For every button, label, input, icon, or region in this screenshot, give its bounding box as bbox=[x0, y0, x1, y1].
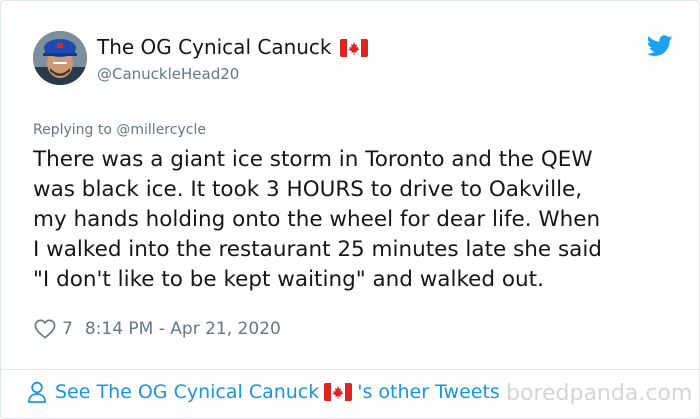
tweet-card: The OG Cynical Canuck @CanuckleHead20 Re… bbox=[0, 0, 700, 419]
see-other-tweets-link[interactable]: See The OG Cynical Canuck 's other Tweet… bbox=[27, 381, 500, 403]
like-count: 7 bbox=[62, 319, 73, 339]
replying-to-line: Replying to @millercycle bbox=[33, 122, 206, 138]
canada-flag-icon bbox=[339, 38, 368, 57]
author-handle[interactable]: @CanuckleHead20 bbox=[97, 65, 368, 83]
canada-flag-icon bbox=[324, 383, 353, 401]
avatar-image bbox=[33, 31, 87, 85]
footer-divider bbox=[1, 369, 700, 370]
tweet-text: There was a giant ice storm in Toronto a… bbox=[33, 147, 602, 292]
footer-prefix: See The OG Cynical Canuck bbox=[55, 381, 320, 403]
like-button[interactable]: 7 bbox=[34, 319, 85, 339]
display-name-text: The OG Cynical Canuck bbox=[97, 35, 332, 59]
tweet-header: The OG Cynical Canuck @CanuckleHead20 bbox=[33, 31, 673, 91]
twitter-bird-icon[interactable] bbox=[646, 35, 673, 57]
tweet-timestamp[interactable]: 8:14 PM - Apr 21, 2020 bbox=[85, 319, 281, 339]
reply-to-handle-link[interactable]: @millercycle bbox=[116, 122, 206, 138]
display-name[interactable]: The OG Cynical Canuck bbox=[97, 35, 368, 59]
footer-suffix: 's other Tweets bbox=[357, 381, 500, 403]
avatar[interactable] bbox=[33, 31, 87, 85]
tweet-meta: 7 8:14 PM - Apr 21, 2020 bbox=[34, 319, 281, 339]
author-names: The OG Cynical Canuck @CanuckleHead20 bbox=[97, 35, 368, 83]
heart-icon bbox=[34, 319, 56, 339]
person-icon bbox=[28, 381, 46, 403]
watermark: boredpanda.com bbox=[506, 381, 693, 406]
replying-prefix: Replying to bbox=[33, 122, 117, 138]
